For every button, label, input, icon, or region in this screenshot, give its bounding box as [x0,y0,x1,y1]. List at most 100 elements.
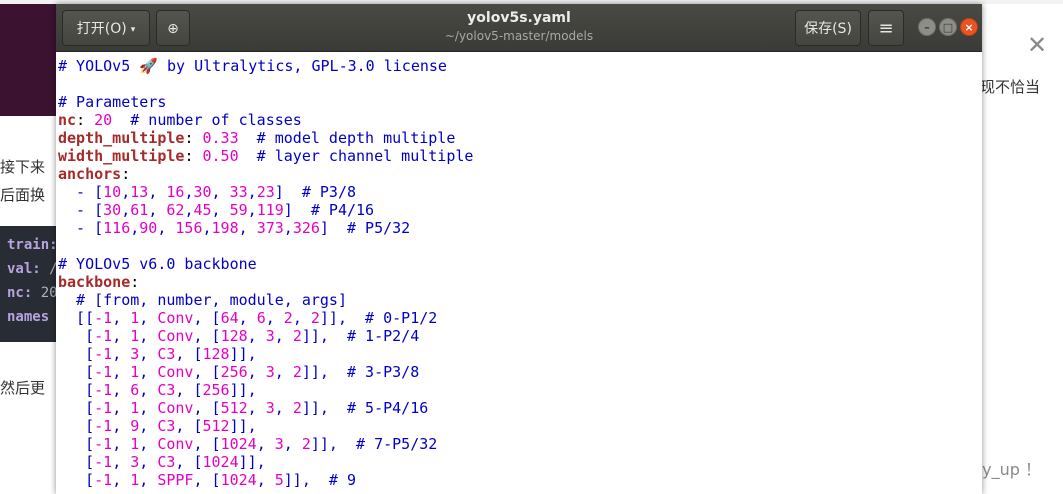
window-close-icon[interactable]: × [960,18,978,36]
code-token: 119 [256,201,284,219]
code-token: -1 [94,471,113,489]
code-token: , [139,381,158,399]
code-token: 326 [292,219,320,237]
code-token: 1 [130,327,140,345]
code-token: , [112,345,131,363]
open-button[interactable]: 打开(O) ▾ [62,10,150,46]
code-token: , [265,309,284,327]
code-token: 0.50 [202,147,239,165]
code-token: ]], [229,381,257,399]
code-token: 3 [274,435,284,453]
code-token: , [283,219,293,237]
code-token: C3 [157,345,176,363]
code-token: 23 [256,183,275,201]
code-token: Conv [157,309,194,327]
code-token: 61 [130,201,149,219]
code-token: # YOLOv5 🚀 by Ultralytics, GPL-3.0 licen… [58,57,447,75]
code-token: [ [58,327,95,345]
code-token: , [238,219,257,237]
code-token: ]], [319,309,347,327]
gedit-window: 打开(O) ▾ ⊕ yolov5s.yaml ~/yolov5-master/mo… [56,4,982,494]
code-line: - [116,90, 156,198, 373,326] # P5/32 [58,219,410,237]
code-token: , [112,363,131,381]
code-key: nc: [7,285,33,301]
code-token: 256 [202,381,230,399]
minimize-icon[interactable]: – [918,18,936,36]
code-token: , [139,363,158,381]
code-token: -1 [94,435,113,453]
code-token: C3 [157,417,176,435]
code-token: # [from, number, module, args] [58,291,347,309]
code-token: 3 [265,363,275,381]
code-token: ] [283,201,293,219]
code-token: , [247,327,266,345]
code-token: , [121,201,131,219]
code-token: , [211,201,230,219]
code-token: depth_multiple [58,129,185,147]
code-token: 0.33 [202,129,239,147]
code-token: 45 [193,201,212,219]
code-token: , [112,471,131,489]
code-line: [-1, 3, C3, [128]], [58,345,257,363]
code-token: , [283,435,302,453]
code-line: # YOLOv5 🚀 by Ultralytics, GPL-3.0 licen… [58,57,447,75]
code-token: , [112,327,131,345]
code-token: 2 [310,309,320,327]
code-token: ] [319,219,329,237]
code-token: ]], [238,453,266,471]
code-token: C3 [157,453,176,471]
code-token: 512 [202,417,230,435]
text-editor-area[interactable]: # YOLOv5 🚀 by Ultralytics, GPL-3.0 licen… [56,52,982,494]
code-token: width_multiple [58,147,185,165]
code-token: -1 [94,453,113,471]
code-token: , [211,183,230,201]
code-token: C3 [157,381,176,399]
code-token: : [184,129,203,147]
code-token: , [ [193,309,221,327]
code-token: 10 [103,183,122,201]
code-token: ]], [229,345,257,363]
code-token: 16 [166,183,185,201]
maximize-icon[interactable]: □ [939,18,957,36]
new-tab-button[interactable]: ⊕ [156,10,190,46]
code-token: 128 [202,345,230,363]
code-token: , [139,399,158,417]
code-token: , [112,309,131,327]
page-code-block: train: / val: /ho nc: 20 names [0,226,74,342]
code-token: 3 [265,399,275,417]
code-token: , [148,201,167,219]
code-line: backbone: [58,273,139,291]
code-token: anchors [58,165,122,183]
header-bar: 打开(O) ▾ ⊕ yolov5s.yaml ~/yolov5-master/mo… [56,4,982,52]
close-icon[interactable]: ✕ [1024,32,1050,58]
code-line: # YOLOv5 v6.0 backbone [58,255,257,273]
code-token: -1 [94,399,113,417]
code-token: , [148,183,167,201]
code-token: 373 [256,219,284,237]
code-token: [ [58,417,95,435]
page-paragraph-line: 然后更 [0,379,46,397]
code-token: , [139,471,158,489]
code-token: , [ [175,345,203,363]
code-token: , [139,453,158,471]
code-token: ]], [310,435,338,453]
code-token: , [274,363,293,381]
code-token: , [112,399,131,417]
code-token: 59 [229,201,248,219]
code-key: val: [7,261,41,277]
code-line: - [10,13, 16,30, 33,23] # P3/8 [58,183,356,201]
code-token: 2 [292,363,302,381]
open-button-label: 打开(O) [76,21,127,37]
code-token: 30 [193,183,212,201]
code-key: names [7,309,50,325]
code-token: , [130,219,140,237]
save-button[interactable]: 保存(S) [795,10,861,46]
code-token: 2 [301,435,311,453]
code-token: # 0-P1/2 [347,309,438,327]
code-token: 1 [130,309,140,327]
code-token: # model depth multiple [238,129,456,147]
code-token: 1 [130,471,140,489]
hamburger-menu-icon[interactable]: ≡ [868,10,904,46]
code-token: 20 [94,111,113,129]
code-line: [-1, 1, SPPF, [1024, 5]], # 9 [58,471,356,489]
